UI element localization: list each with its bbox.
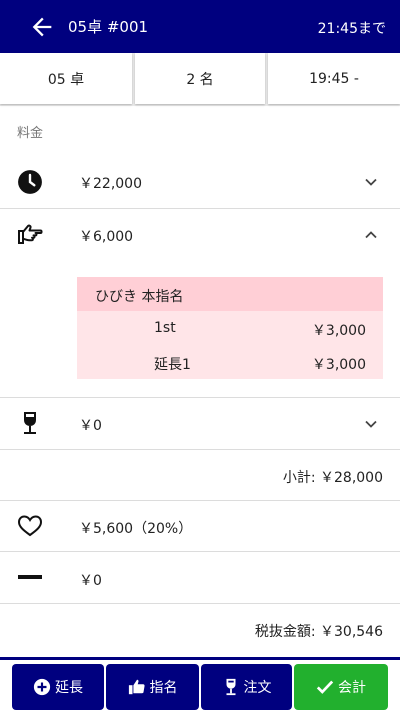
footer-toolbar: 延長 指名 注文 会計 (0, 657, 400, 711)
subtotal: 小計: ￥28,000 (282, 470, 383, 486)
nomination-line-value: ￥3,000 (311, 323, 366, 339)
chevron-up-icon[interactable] (364, 228, 378, 242)
pretax-total: 税抜金額: ￥30,546 (254, 624, 383, 640)
nominate-button-label: 指名 (149, 680, 178, 696)
end-time-label: 21:45まで (317, 21, 386, 37)
order-button[interactable]: 注文 (201, 664, 292, 710)
nominate-button[interactable]: 指名 (106, 664, 199, 710)
nomination-header: ひびき 本指名 (77, 277, 383, 311)
nomination-fee-row[interactable]: ￥6,000 ひびき 本指名 1st ￥3,000 延長1 ￥3,000 (0, 209, 400, 397)
divider (0, 603, 400, 604)
time-fee-row[interactable]: ￥22,000 (0, 156, 400, 208)
heart-icon (17, 515, 43, 537)
discount-row[interactable]: ￥0 (0, 552, 400, 603)
order-button-label: 注文 (243, 680, 272, 696)
checkout-button-label: 会計 (338, 680, 366, 696)
guest-count-cell[interactable]: 2 名 (135, 53, 265, 104)
nomination-detail: ひびき 本指名 1st ￥3,000 延長1 ￥3,000 (77, 277, 383, 379)
discount-amount: ￥0 (79, 573, 102, 589)
nomination-line-value: ￥3,000 (311, 357, 366, 373)
nomination-fee-amount: ￥6,000 (79, 229, 134, 245)
nomination-line: 延長1 ￥3,000 (77, 345, 383, 379)
extend-button-label: 延長 (55, 680, 83, 696)
thumbs-up-icon (128, 679, 145, 695)
wine-glass-icon (226, 678, 235, 696)
nomination-line-label: 1st (154, 320, 176, 336)
section-label-fees: 料金 (17, 126, 44, 141)
divider (0, 449, 400, 450)
clock-icon (18, 170, 42, 194)
page-title: 05卓 #001 (68, 18, 149, 36)
drink-fee-amount: ￥0 (79, 418, 102, 434)
checkout-button[interactable]: 会計 (294, 664, 388, 710)
chevron-down-icon[interactable] (364, 175, 378, 189)
back-arrow-icon[interactable] (28, 13, 56, 41)
start-time-cell[interactable]: 19:45 - (268, 53, 400, 104)
extend-button[interactable]: 延長 (12, 664, 104, 710)
plus-circle-icon (33, 678, 51, 696)
drink-fee-row[interactable]: ￥0 (0, 398, 400, 449)
nomination-line-label: 延長1 (154, 357, 191, 373)
nomination-line: 1st ￥3,000 (77, 311, 383, 345)
time-fee-amount: ￥22,000 (79, 176, 142, 192)
pointing-hand-icon (18, 224, 43, 244)
service-fee-amount: ￥5,600（20%） (79, 521, 193, 537)
chevron-down-icon[interactable] (364, 417, 378, 431)
app-header: 05卓 #001 21:45まで (0, 0, 400, 53)
minus-icon (18, 575, 42, 579)
table-info-bar: 05 卓 2 名 19:45 - (0, 53, 400, 106)
service-fee-row[interactable]: ￥5,600（20%） (0, 501, 400, 551)
wine-glass-icon (24, 412, 36, 434)
check-icon (316, 680, 334, 694)
table-number-cell[interactable]: 05 卓 (0, 53, 132, 104)
